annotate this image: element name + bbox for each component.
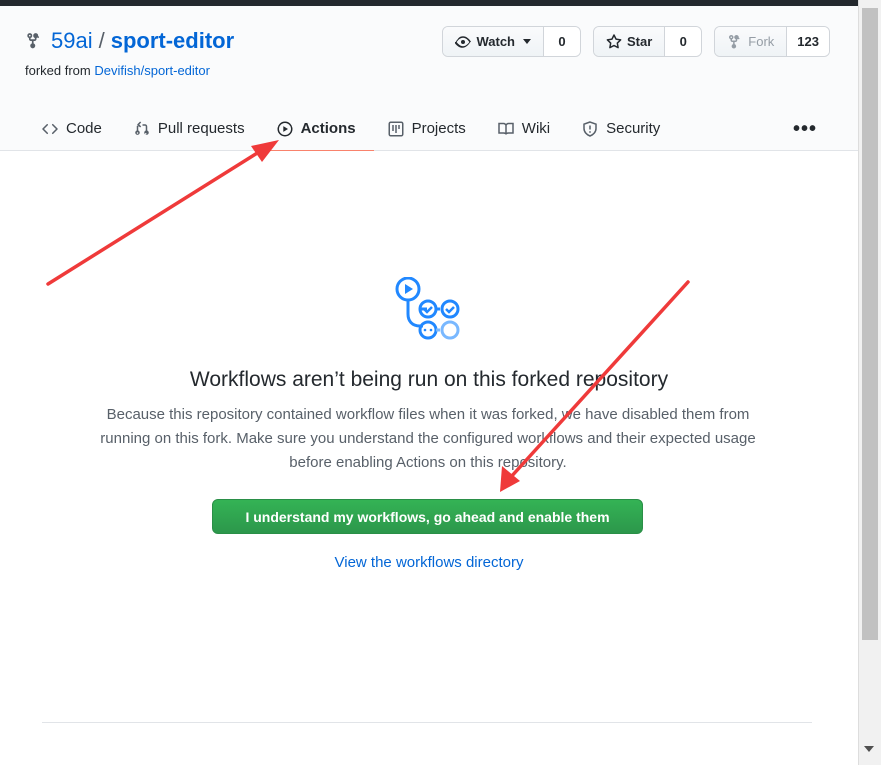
watch-button-group: Watch 0 [442, 26, 581, 57]
view-workflows-link[interactable]: View the workflows directory [0, 554, 858, 571]
tab-label: Actions [300, 120, 356, 137]
repo-header: 59ai / sport-editor forked from Devifish… [0, 6, 858, 152]
tab-label: Security [606, 120, 661, 137]
repo-name-link[interactable]: sport-editor [111, 28, 234, 54]
fork-button-group: Fork 123 [714, 26, 830, 57]
tab-actions[interactable]: Actions [262, 106, 374, 152]
tab-projects[interactable]: Projects [374, 106, 484, 151]
forked-from-label: forked from [25, 63, 91, 78]
book-icon [498, 122, 514, 135]
tab-code[interactable]: Code [28, 106, 120, 151]
scroll-down-arrow-icon[interactable] [864, 746, 874, 752]
tab-label: Wiki [521, 120, 551, 137]
scrollbar-thumb[interactable] [862, 8, 878, 640]
star-button-group: Star 0 [593, 26, 703, 57]
repo-title: 59ai / sport-editor [25, 28, 234, 54]
tab-label: Code [66, 120, 102, 137]
fork-count[interactable]: 123 [787, 27, 829, 56]
repo-owner-link[interactable]: 59ai [51, 28, 93, 54]
star-count[interactable]: 0 [665, 27, 702, 56]
project-icon [388, 121, 404, 136]
footer-divider [42, 722, 812, 723]
shield-icon [583, 120, 597, 137]
fork-button[interactable]: Fork [715, 27, 788, 56]
eye-icon [455, 35, 472, 48]
repo-nav-tabs: Code Pull requests Actions Projects Wiki… [28, 106, 678, 152]
forked-from-note: forked from Devifish/sport-editor [25, 63, 210, 78]
watch-label: Watch [476, 34, 515, 49]
code-icon [42, 123, 58, 134]
tab-label: Pull requests [157, 120, 245, 137]
watch-count[interactable]: 0 [544, 27, 580, 56]
star-button[interactable]: Star [594, 27, 666, 56]
tab-label: Projects [411, 120, 466, 137]
github-page: 59ai / sport-editor forked from Devifish… [0, 6, 858, 765]
repo-forked-icon [729, 34, 740, 49]
play-icon [277, 121, 293, 136]
vertical-scrollbar[interactable] [858, 0, 881, 765]
repo-path-separator: / [98, 28, 105, 53]
star-label: Star [627, 34, 653, 49]
pull-request-icon [135, 120, 149, 135]
star-icon [606, 33, 622, 48]
enable-workflows-button[interactable]: I understand my workflows, go ahead and … [212, 499, 643, 534]
forked-source-link[interactable]: Devifish/sport-editor [94, 63, 210, 78]
page-description: Because this repository contained workfl… [100, 406, 756, 471]
page-heading: Workflows aren’t being run on this forke… [189, 368, 669, 391]
watch-button[interactable]: Watch [443, 27, 544, 56]
more-tabs-button[interactable]: ••• [793, 118, 817, 141]
tab-pull-requests[interactable]: Pull requests [120, 106, 263, 151]
workflow-icon [395, 277, 460, 340]
fork-label: Fork [748, 34, 775, 49]
tab-security[interactable]: Security [568, 106, 678, 151]
chevron-down-icon [523, 39, 531, 44]
tab-wiki[interactable]: Wiki [484, 106, 568, 151]
repo-forked-icon [27, 33, 40, 49]
repo-action-buttons: Watch 0 Star 0 Fork 123 [442, 26, 830, 57]
